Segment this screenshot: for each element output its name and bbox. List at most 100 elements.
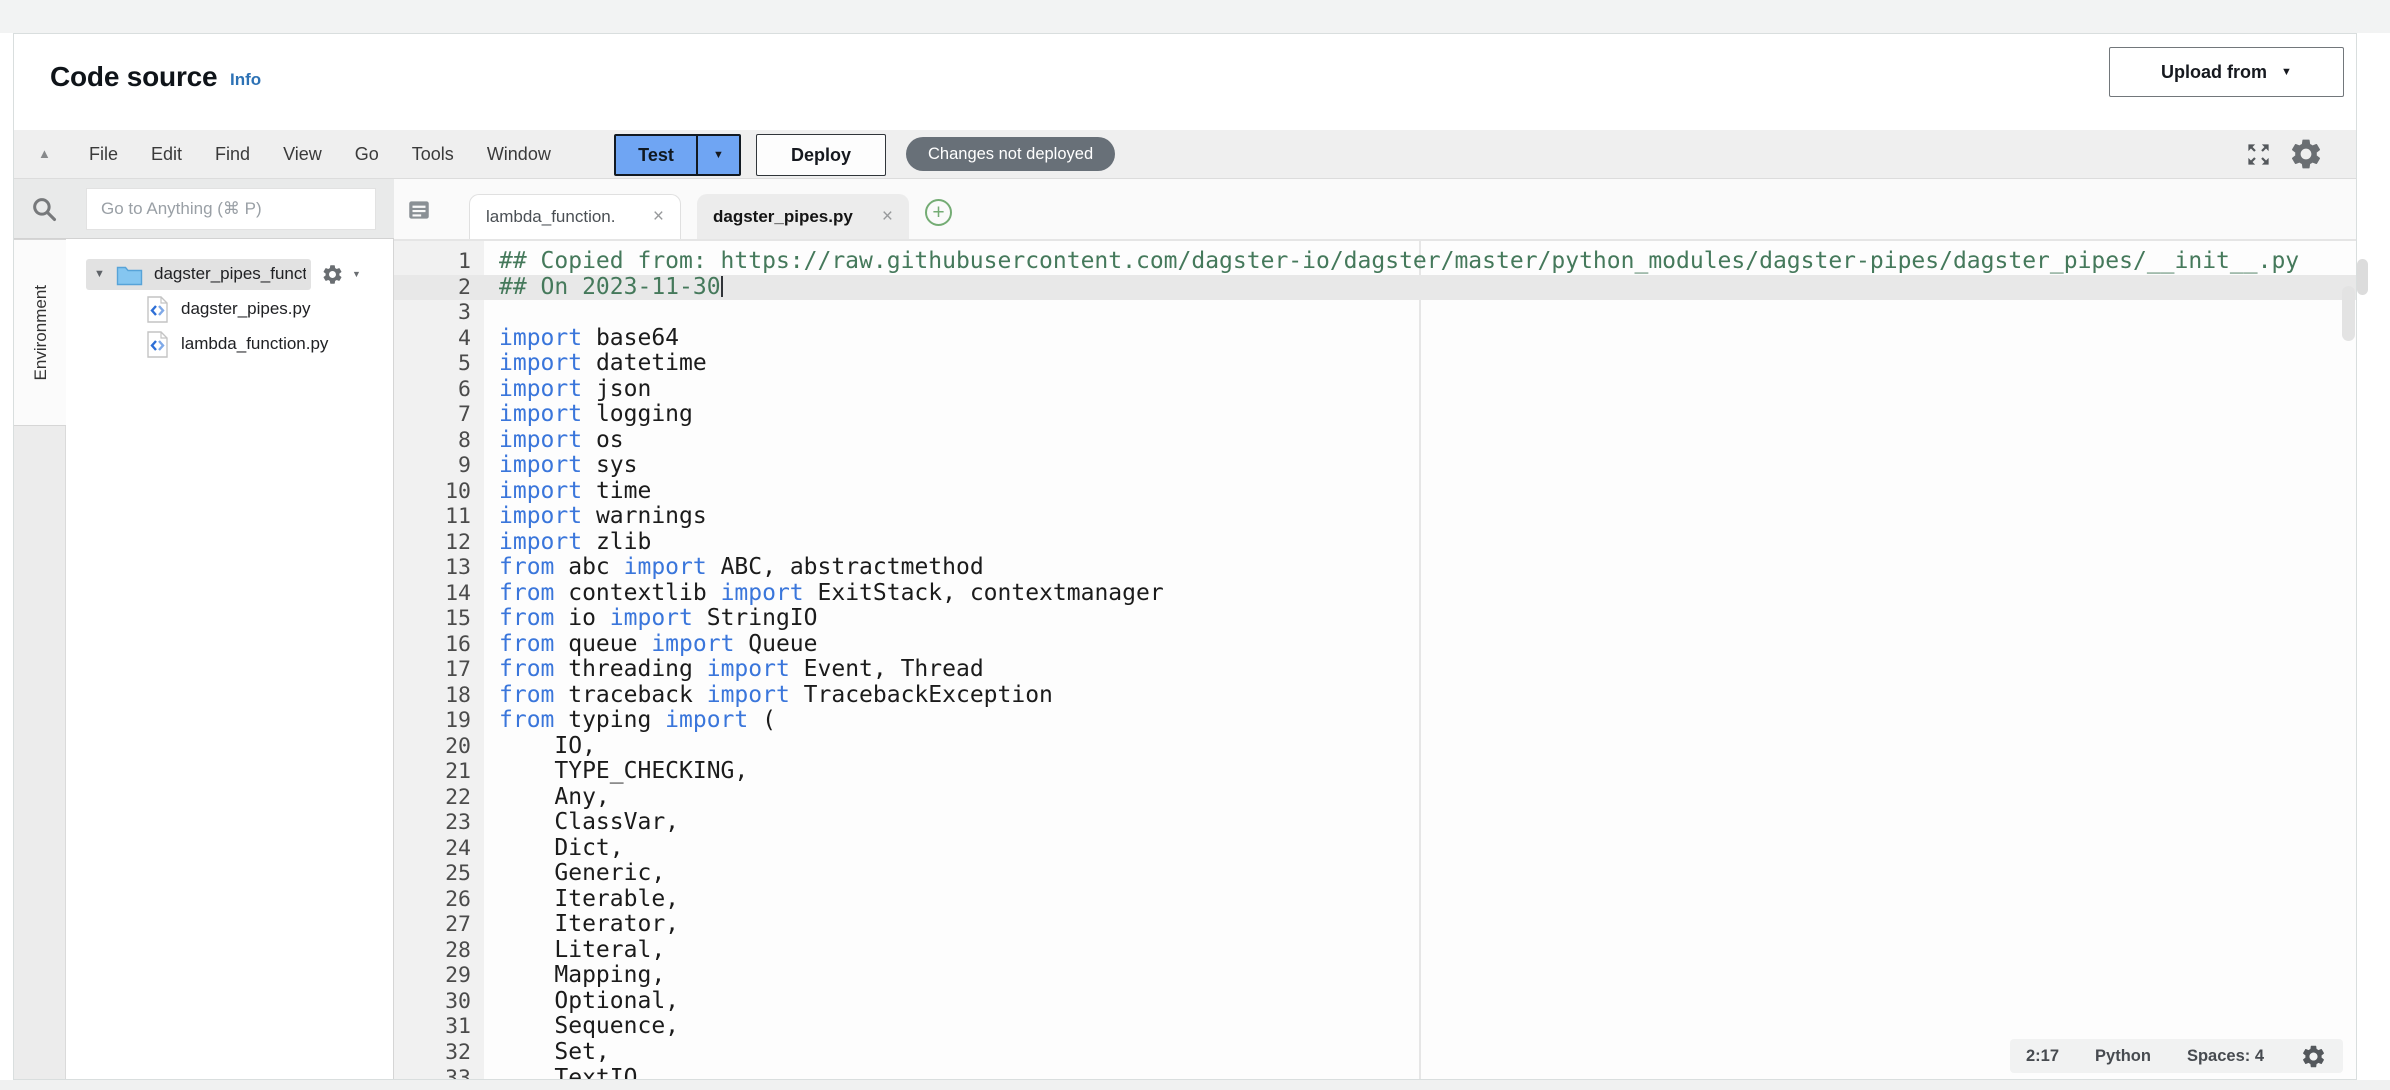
line-number: 29	[394, 963, 471, 989]
tab-lambda-function[interactable]: lambda_function. ×	[469, 194, 681, 239]
line-content: Dict,	[471, 836, 624, 862]
test-options-button[interactable]: ▼	[696, 136, 739, 174]
code-line[interactable]: 22 Any,	[394, 785, 2357, 811]
editor-scrollbar-thumb[interactable]	[2342, 286, 2355, 341]
tab-dagster-pipes[interactable]: dagster_pipes.py ×	[697, 194, 909, 239]
code-line[interactable]: 1## Copied from: https://raw.githubuserc…	[394, 249, 2357, 275]
line-content: import zlib	[471, 530, 651, 556]
go-to-anything-input[interactable]	[86, 188, 376, 230]
line-number: 2	[394, 275, 471, 301]
line-number: 25	[394, 861, 471, 887]
line-number: 27	[394, 912, 471, 938]
line-content: Mapping,	[471, 963, 665, 989]
code-line[interactable]: 14from contextlib import ExitStack, cont…	[394, 581, 2357, 607]
editor-tabbar: lambda_function. × dagster_pipes.py × +	[394, 179, 2357, 241]
code-line[interactable]: 13from abc import ABC, abstractmethod	[394, 555, 2357, 581]
upload-from-button[interactable]: Upload from ▼	[2109, 47, 2344, 97]
line-content: from queue import Queue	[471, 632, 818, 658]
triangle-up-icon: ▲	[38, 146, 51, 161]
code-line[interactable]: 18from traceback import TracebackExcepti…	[394, 683, 2357, 709]
line-number: 33	[394, 1066, 471, 1081]
line-number: 24	[394, 836, 471, 862]
fullscreen-icon[interactable]	[2245, 141, 2272, 168]
menu-item-edit[interactable]: Edit	[151, 144, 182, 165]
new-tab-button[interactable]: +	[925, 199, 952, 226]
environment-tab[interactable]: Environment	[14, 239, 67, 426]
line-number: 14	[394, 581, 471, 607]
code-line[interactable]: 3	[394, 300, 2357, 326]
tab-list-icon[interactable]	[406, 197, 432, 223]
code-line[interactable]: 31 Sequence,	[394, 1014, 2357, 1040]
tree-item-dagster-pipes[interactable]: dagster_pipes.py	[66, 293, 393, 326]
line-number: 26	[394, 887, 471, 913]
language-mode[interactable]: Python	[2095, 1047, 2151, 1066]
line-number: 8	[394, 428, 471, 454]
line-content: Any,	[471, 785, 610, 811]
code-line[interactable]: 12import zlib	[394, 530, 2357, 556]
page-scrollbar-thumb[interactable]	[2357, 259, 2368, 295]
menu-item-window[interactable]: Window	[487, 144, 551, 165]
line-content: IO,	[471, 734, 596, 760]
gear-icon[interactable]	[2300, 1043, 2327, 1070]
line-content: Set,	[471, 1040, 610, 1066]
line-number: 6	[394, 377, 471, 403]
line-content: import base64	[471, 326, 679, 352]
code-line[interactable]: 2## On 2023-11-30	[394, 275, 2357, 301]
tab-label: dagster_pipes.py	[713, 207, 853, 227]
code-line[interactable]: 24 Dict,	[394, 836, 2357, 862]
code-line[interactable]: 19from typing import (	[394, 708, 2357, 734]
code-line[interactable]: 20 IO,	[394, 734, 2357, 760]
code-line[interactable]: 15from io import StringIO	[394, 606, 2357, 632]
code-line[interactable]: 8import os	[394, 428, 2357, 454]
test-button[interactable]: Test	[616, 136, 696, 174]
line-number: 22	[394, 785, 471, 811]
code-line[interactable]: 17from threading import Event, Thread	[394, 657, 2357, 683]
indentation-setting[interactable]: Spaces: 4	[2187, 1047, 2264, 1066]
code-line[interactable]: 4import base64	[394, 326, 2357, 352]
menu-item-go[interactable]: Go	[355, 144, 379, 165]
menu-item-find[interactable]: Find	[215, 144, 250, 165]
caret-down-icon: ▼	[2281, 67, 2292, 78]
code-line[interactable]: 5import datetime	[394, 351, 2357, 377]
tree-item-lambda-function[interactable]: lambda_function.py	[66, 328, 393, 361]
collapse-panel-button[interactable]: ▲	[38, 146, 51, 161]
code-line[interactable]: 25 Generic,	[394, 861, 2357, 887]
line-number: 13	[394, 555, 471, 581]
code-line[interactable]: 28 Literal,	[394, 938, 2357, 964]
cursor-position[interactable]: 2:17	[2026, 1047, 2059, 1066]
code-line[interactable]: 26 Iterable,	[394, 887, 2357, 913]
close-icon[interactable]: ×	[653, 206, 664, 228]
page-title: Code source	[50, 61, 217, 93]
code-line[interactable]: 21 TYPE_CHECKING,	[394, 759, 2357, 785]
code-line[interactable]: 27 Iterator,	[394, 912, 2357, 938]
tree-folder-row[interactable]: ▼ dagster_pipes_funct ▼	[66, 259, 393, 290]
code-editor[interactable]: 1## Copied from: https://raw.githubuserc…	[394, 241, 2357, 1080]
code-line[interactable]: 23 ClassVar,	[394, 810, 2357, 836]
gear-icon[interactable]	[321, 263, 344, 286]
code-line[interactable]: 10import time	[394, 479, 2357, 505]
line-number: 21	[394, 759, 471, 785]
info-link[interactable]: Info	[230, 70, 261, 90]
code-line[interactable]: 9import sys	[394, 453, 2357, 479]
menu-item-tools[interactable]: Tools	[412, 144, 454, 165]
menu-item-file[interactable]: File	[89, 144, 118, 165]
line-content: from io import StringIO	[471, 606, 818, 632]
menu-item-view[interactable]: View	[283, 144, 322, 165]
folder-icon	[116, 263, 143, 286]
tree-item-label: dagster_pipes.py	[181, 299, 310, 319]
code-line[interactable]: 16from queue import Queue	[394, 632, 2357, 658]
code-line[interactable]: 7import logging	[394, 402, 2357, 428]
code-line[interactable]: 11import warnings	[394, 504, 2357, 530]
gear-icon[interactable]	[2288, 136, 2324, 172]
line-number: 4	[394, 326, 471, 352]
search-icon	[30, 195, 58, 223]
console-top-margin	[0, 0, 2390, 33]
line-content: from threading import Event, Thread	[471, 657, 984, 683]
deploy-button[interactable]: Deploy	[756, 134, 886, 176]
code-line[interactable]: 30 Optional,	[394, 989, 2357, 1015]
code-line[interactable]: 29 Mapping,	[394, 963, 2357, 989]
code-line[interactable]: 6import json	[394, 377, 2357, 403]
disclosure-triangle-icon[interactable]: ▼	[94, 268, 105, 280]
card-header: Code source Info Upload from ▼	[14, 34, 2356, 130]
close-icon[interactable]: ×	[882, 206, 893, 228]
